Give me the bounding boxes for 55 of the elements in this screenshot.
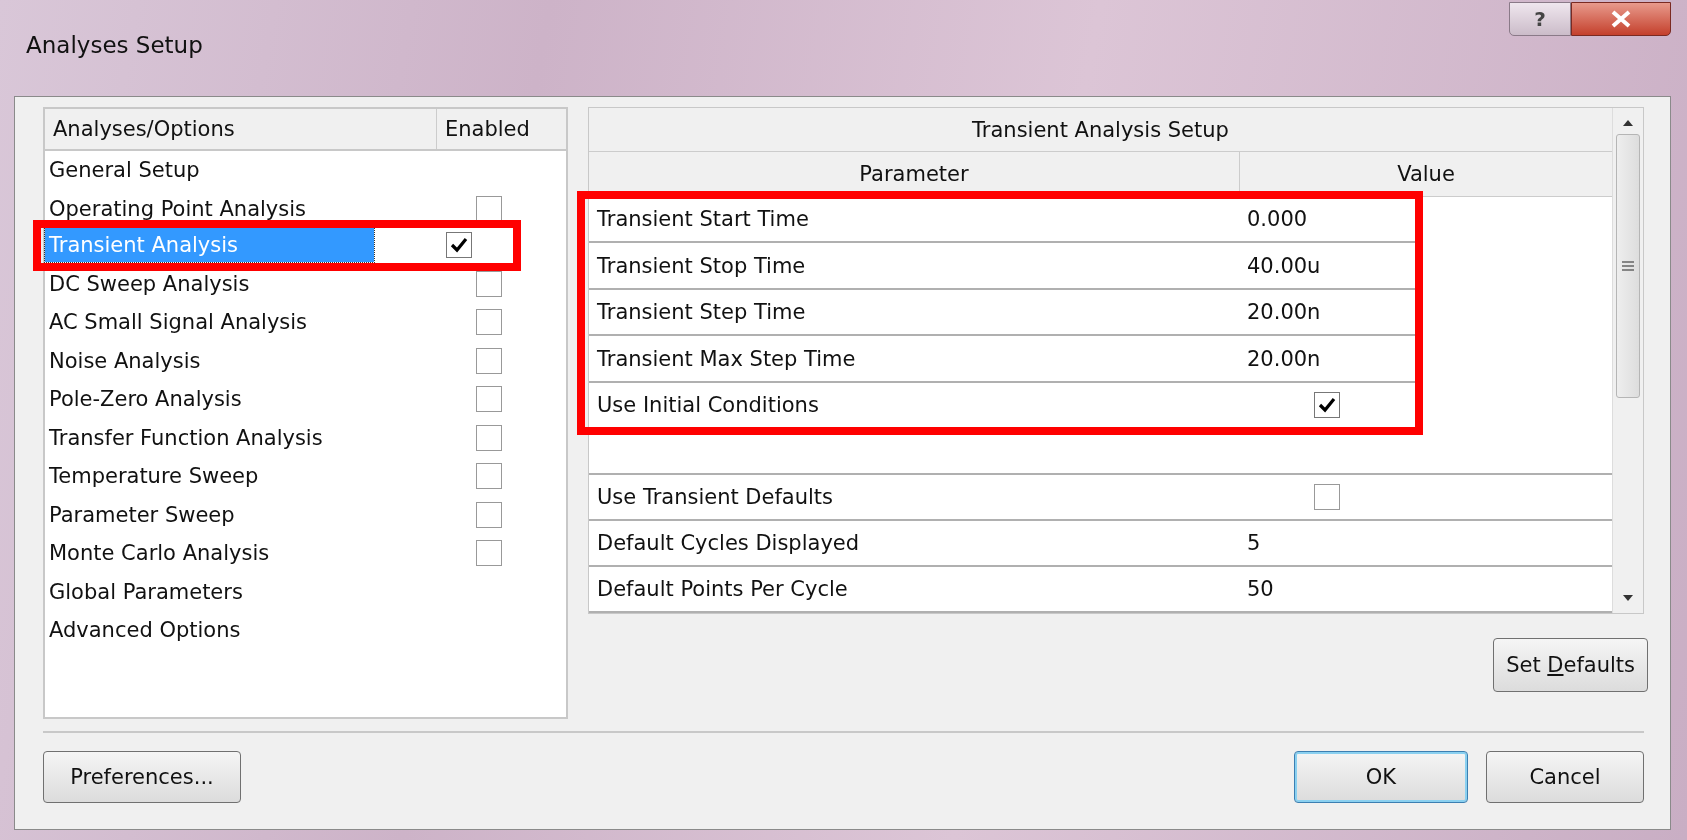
analysis-item[interactable]: Parameter Sweep	[45, 497, 399, 532]
checkbox[interactable]	[476, 270, 502, 297]
table-title: Transient Analysis Setup	[589, 108, 1612, 153]
checkbox[interactable]	[476, 347, 502, 374]
analysis-item[interactable]: DC Sweep Analysis	[45, 266, 399, 301]
parameter-cell-text: Use Transient Defaults	[596, 485, 835, 510]
set-defaults-button[interactable]: Set Defaults	[1493, 638, 1648, 692]
parameter-cell-text: Transient Step Time	[596, 300, 807, 325]
checkbox[interactable]	[1314, 484, 1340, 511]
checkbox[interactable]	[476, 424, 502, 451]
checkbox[interactable]	[446, 232, 473, 259]
analysis-item[interactable]: AC Small Signal Analysis	[45, 305, 399, 340]
cancel-button[interactable]: Cancel	[1486, 751, 1644, 803]
checkmark-icon	[450, 237, 469, 254]
analysis-item[interactable]: Advanced Options	[45, 613, 399, 648]
checkbox[interactable]	[476, 540, 502, 567]
checkbox[interactable]	[476, 195, 502, 222]
down-arrow-icon[interactable]	[1621, 593, 1635, 603]
column-header: Enabled	[436, 109, 566, 149]
window-title: Analyses Setup	[26, 32, 203, 58]
analysis-item[interactable]: Global Parameters	[45, 574, 399, 609]
parameter-cell-text: Default Cycles Displayed	[596, 531, 861, 556]
analysis-item[interactable]: Monte Carlo Analysis	[45, 536, 399, 571]
scroll-thumb[interactable]	[1616, 134, 1640, 398]
analysis-item[interactable]: Noise Analysis	[45, 343, 399, 378]
help-button[interactable]: ?	[1509, 2, 1571, 36]
checkbox[interactable]	[476, 501, 502, 528]
parameter-cell-text: Transient Max Step Time	[596, 346, 857, 371]
checkbox[interactable]	[1314, 392, 1340, 419]
analysis-item[interactable]: Temperature Sweep	[45, 459, 399, 494]
value-cell[interactable]: 20.00n	[1247, 300, 1417, 325]
checkbox[interactable]	[476, 309, 502, 336]
checkmark-icon	[1318, 397, 1336, 414]
analysis-item[interactable]: Transfer Function Analysis	[45, 420, 399, 455]
preferences-button[interactable]: Preferences...	[43, 751, 241, 803]
value-cell[interactable]: 50	[1247, 577, 1612, 602]
up-arrow-icon[interactable]	[1621, 118, 1635, 128]
value-cell[interactable]: 20.00n	[1247, 346, 1417, 371]
parameter-cell-text: Transient Stop Time	[596, 253, 807, 278]
parameter-cell-text: Use Initial Conditions	[596, 393, 820, 418]
checkbox[interactable]	[476, 463, 502, 490]
parameter-cell-text: Default Points Per Cycle	[596, 577, 849, 602]
value-cell[interactable]: 40.00u	[1247, 253, 1417, 278]
close-button[interactable]	[1571, 2, 1671, 36]
value-cell[interactable]: 5	[1247, 531, 1612, 556]
checkbox[interactable]	[476, 386, 502, 413]
column-header: Analyses/Options	[52, 116, 236, 143]
analysis-item[interactable]: General Setup	[45, 153, 399, 188]
analysis-item[interactable]: Pole-Zero Analysis	[45, 382, 399, 417]
analysis-item[interactable]: Operating Point Analysis	[45, 191, 399, 226]
parameter-cell-text: Transient Start Time	[596, 207, 810, 232]
scrollbar[interactable]	[1612, 108, 1643, 613]
ok-button[interactable]: OK	[1294, 751, 1468, 803]
value-cell[interactable]: 0.000	[1247, 207, 1417, 232]
column-header: Parameter	[858, 161, 970, 189]
